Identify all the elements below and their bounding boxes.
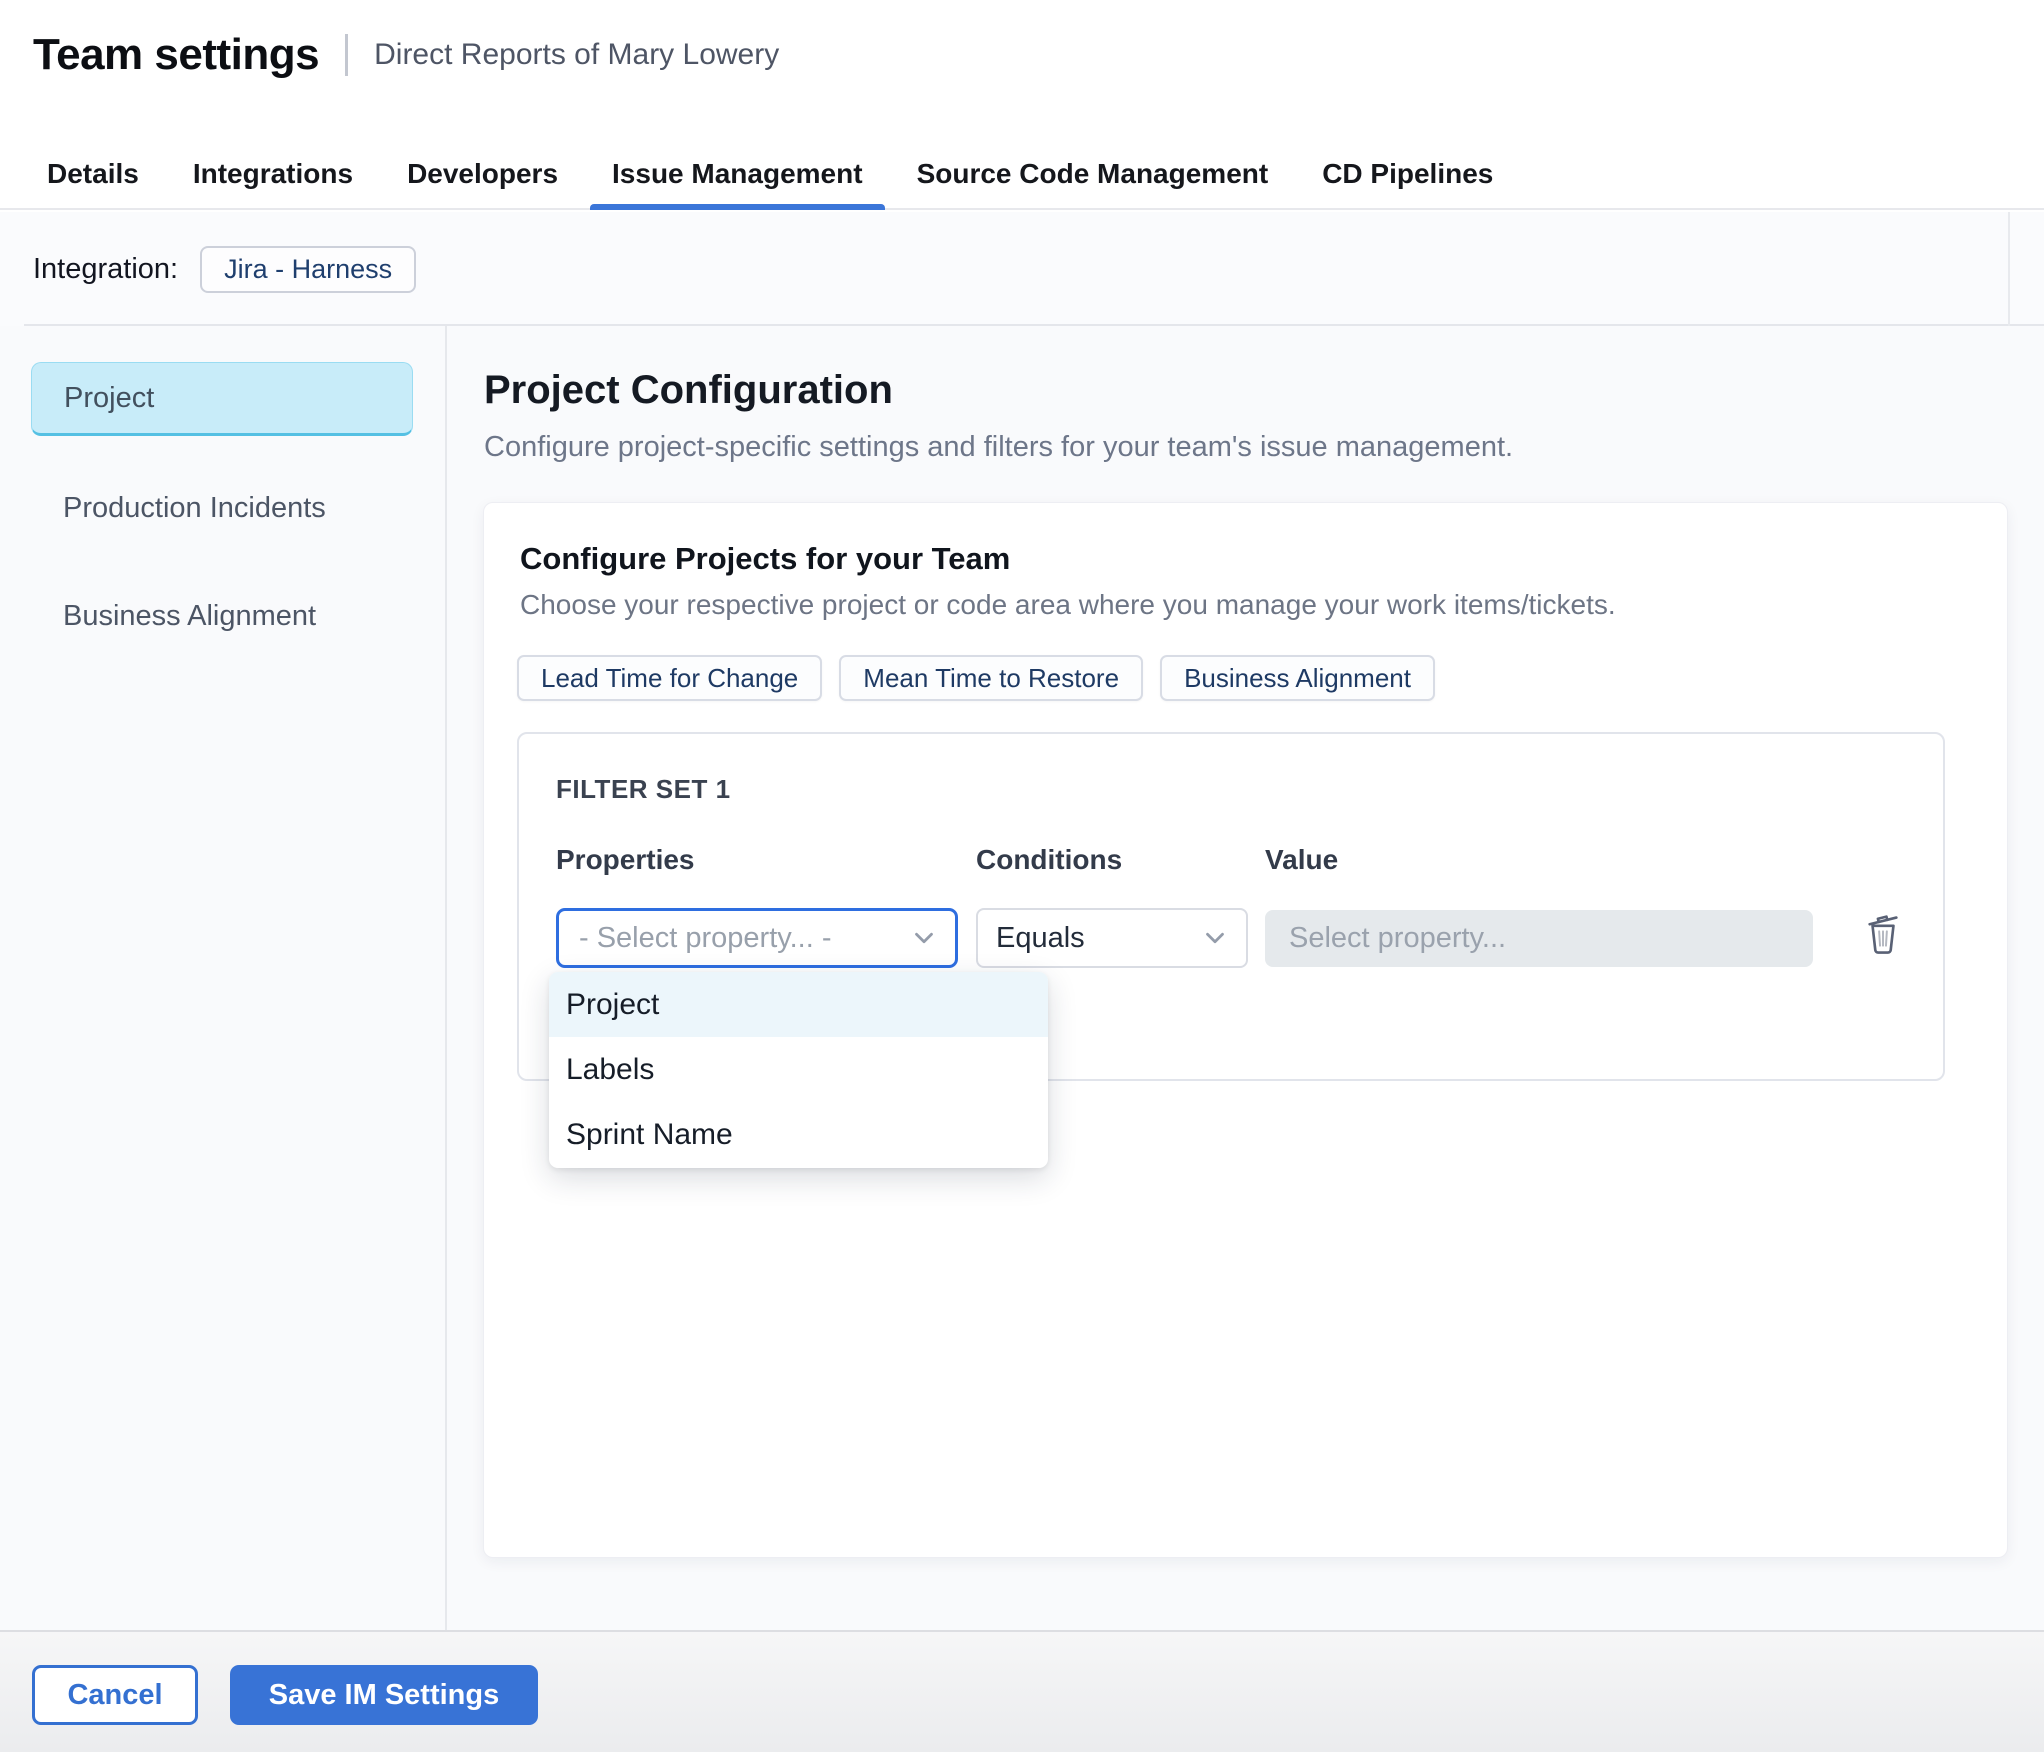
tab-cd-pipelines[interactable]: CD Pipelines (1295, 140, 1520, 208)
tab-details[interactable]: Details (20, 140, 166, 208)
integration-chip[interactable]: Jira - Harness (200, 245, 417, 293)
chevron-down-icon (909, 923, 939, 953)
property-select[interactable]: - Select property... - (556, 908, 958, 968)
dropdown-option-sprint-name[interactable]: Sprint Name (549, 1102, 1048, 1167)
section-description: Configure project-specific settings and … (484, 431, 1514, 463)
sidebar-item-project[interactable]: Project (31, 362, 413, 436)
tab-source-code-management[interactable]: Source Code Management (890, 140, 1296, 208)
sidebar-item-production-incidents[interactable]: Production Incidents (31, 471, 413, 545)
column-header-value: Value (1265, 844, 1339, 875)
section-title: Project Configuration (484, 368, 893, 412)
chevron-down-icon (1200, 923, 1230, 953)
tab-developers[interactable]: Developers (380, 140, 585, 208)
column-header-properties: Properties (556, 844, 695, 875)
metric-button-row: Lead Time for Change Mean Time to Restor… (517, 655, 1435, 701)
title-row: Team settings Direct Reports of Mary Low… (33, 30, 779, 80)
trash-icon (1863, 911, 1903, 958)
page-title: Team settings (33, 30, 320, 79)
content-area: Project Production Incidents Business Al… (0, 326, 2044, 1630)
tab-bar: Details Integrations Developers Issue Ma… (0, 140, 2044, 210)
integration-label: Integration: (33, 252, 179, 285)
card-subtitle: Choose your respective project or code a… (520, 589, 1616, 620)
condition-select-value: Equals (996, 921, 1085, 954)
integration-bar: Integration: Jira - Harness (0, 212, 2044, 326)
lead-time-for-change-button[interactable]: Lead Time for Change (517, 655, 823, 701)
filter-set-title: FILTER SET 1 (556, 774, 731, 804)
dropdown-option-labels[interactable]: Labels (549, 1037, 1048, 1102)
save-im-settings-button[interactable]: Save IM Settings (230, 1665, 538, 1725)
header: Team settings Direct Reports of Mary Low… (0, 0, 2044, 140)
value-input[interactable] (1265, 910, 1813, 967)
cancel-button[interactable]: Cancel (32, 1665, 198, 1725)
page-subtitle: Direct Reports of Mary Lowery (374, 38, 780, 71)
delete-filter-button[interactable] (1855, 906, 1911, 962)
tab-integrations[interactable]: Integrations (166, 140, 380, 208)
main-panel: Project Configuration Configure project-… (449, 326, 2044, 1630)
property-select-value: - Select property... - (579, 921, 832, 954)
sidebar: Project Production Incidents Business Al… (0, 326, 447, 1630)
title-divider (345, 34, 349, 76)
column-header-conditions: Conditions (976, 844, 1123, 875)
business-alignment-button[interactable]: Business Alignment (1160, 655, 1435, 701)
card-title: Configure Projects for your Team (520, 541, 1011, 576)
tab-issue-management[interactable]: Issue Management (585, 140, 890, 210)
sidebar-item-business-alignment[interactable]: Business Alignment (31, 579, 413, 653)
dropdown-option-project[interactable]: Project (549, 972, 1048, 1037)
mean-time-to-restore-button[interactable]: Mean Time to Restore (839, 655, 1144, 701)
page: Team settings Direct Reports of Mary Low… (0, 0, 2044, 1752)
footer-bar: Cancel Save IM Settings (0, 1630, 2044, 1752)
condition-select[interactable]: Equals (976, 908, 1248, 968)
property-dropdown: Project Labels Sprint Name (549, 972, 1048, 1168)
